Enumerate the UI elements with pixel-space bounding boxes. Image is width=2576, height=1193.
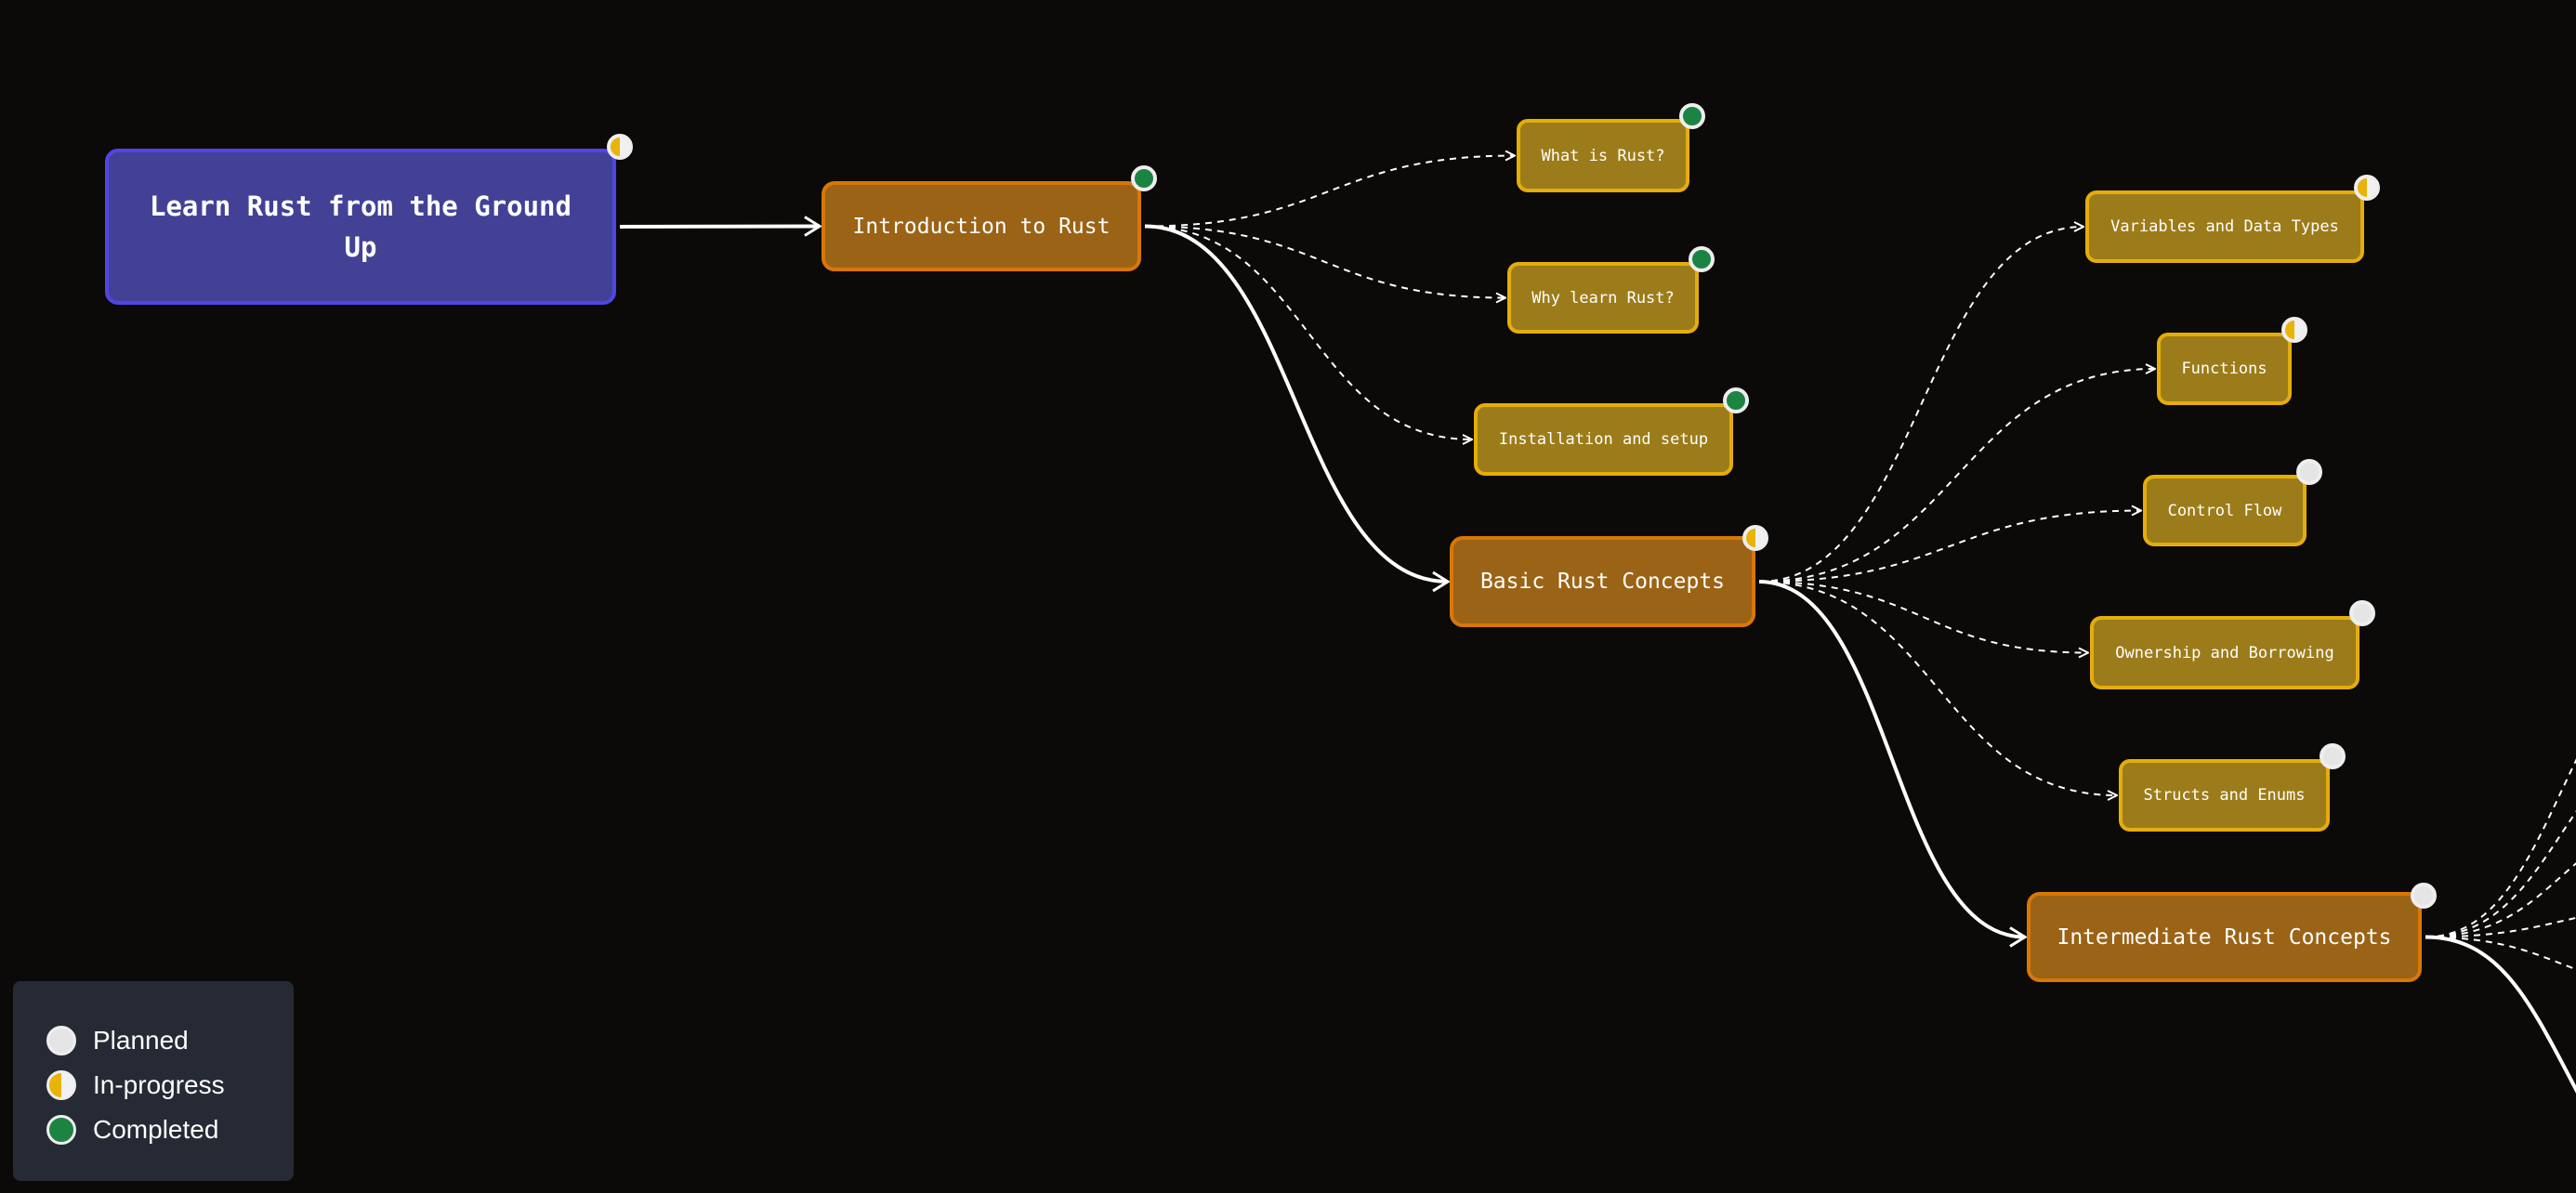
root-node-label: Learn Rust from the Ground Up	[150, 190, 572, 263]
subtopic-node-what-is-rust[interactable]: What is Rust?	[1517, 103, 1705, 192]
edge-basic-to-subtopic	[1758, 227, 2083, 583]
edge-introduction-to-subtopic	[1144, 225, 1472, 440]
subtopic-node-structs-and-enums[interactable]: Structs and Enums	[2119, 743, 2346, 832]
status-planned-icon	[2411, 883, 2437, 909]
edge-root-to-introduction	[619, 227, 820, 228]
status-planned-icon	[2320, 743, 2346, 769]
status-planned-icon	[2296, 459, 2322, 485]
subtopic-node-variables-and-data-types[interactable]: Variables and Data Types	[2085, 175, 2380, 263]
status-completed-icon	[1723, 387, 1749, 413]
subtopic-node-label: Structs and Enums	[2143, 786, 2306, 805]
edge-basic-to-subtopic	[1758, 511, 2141, 583]
status-in-progress-icon	[607, 134, 633, 160]
edge-intermediate-to-offscreen-subtopic	[2425, 936, 2576, 971]
edge-intermediate-to-offscreen-subtopic	[2425, 758, 2576, 938]
root-node[interactable]: Learn Rust from the Ground Up	[105, 134, 633, 305]
edge-introduction-to-basic	[1144, 224, 1448, 583]
status-in-progress-icon	[1742, 525, 1768, 551]
edge-basic-to-subtopic	[1758, 581, 2117, 795]
topic-node-intermediate-concepts[interactable]: Intermediate Rust Concepts	[2027, 883, 2437, 982]
subtopic-node-label: Installation and setup	[1498, 430, 1709, 449]
status-completed-icon	[1689, 246, 1715, 272]
subtopic-node-label: Ownership and Borrowing	[2115, 643, 2334, 662]
edge-basic-to-subtopic	[1758, 581, 2088, 653]
subtopic-node-label: Functions	[2181, 360, 2267, 378]
edge-intermediate-to-offscreen-subtopic	[2425, 862, 2576, 938]
topic-node-label: Intermediate Rust Concepts	[2057, 924, 2392, 950]
topic-node-basic-concepts[interactable]: Basic Rust Concepts	[1450, 525, 1768, 627]
subtopic-node-label: Control Flow	[2167, 501, 2282, 520]
subtopic-node-control-flow[interactable]: Control Flow	[2143, 459, 2322, 546]
edge-intermediate-to-next-topic	[2425, 935, 2576, 1094]
subtopic-node-label: Why learn Rust?	[1531, 288, 1675, 308]
status-in-progress-icon	[2354, 175, 2380, 201]
legend-item-completed: Completed	[46, 1108, 294, 1152]
status-completed-icon	[1131, 165, 1157, 191]
edge-intermediate-to-offscreen-subtopic	[2425, 916, 2576, 938]
subtopic-node-ownership-and-borrowing[interactable]: Ownership and Borrowing	[2090, 600, 2375, 689]
topic-node-label: Basic Rust Concepts	[1479, 570, 1726, 594]
status-completed-icon	[46, 1115, 76, 1145]
status-completed-icon	[1679, 103, 1705, 129]
legend-item-in-progress: In-progress	[46, 1063, 294, 1108]
edge-introduction-to-subtopic	[1144, 225, 1505, 298]
status-in-progress-icon	[2281, 317, 2307, 343]
legend-item-planned: Planned	[46, 1018, 294, 1063]
subtopic-node-why-learn-rust[interactable]: Why learn Rust?	[1507, 246, 1715, 334]
legend-label: In-progress	[93, 1070, 225, 1099]
subtopic-node-functions[interactable]: Functions	[2157, 317, 2307, 405]
subtopic-node-label: Variables and Data Types	[2110, 217, 2339, 236]
topic-node-label: Introduction to Rust	[852, 214, 1111, 239]
status-in-progress-icon	[46, 1070, 76, 1100]
edge-basic-to-intermediate	[1758, 580, 2025, 937]
topic-node-introduction[interactable]: Introduction to Rust	[821, 165, 1157, 271]
subtopic-node-installation-and-setup[interactable]: Installation and setup	[1474, 387, 1749, 476]
edge-introduction-to-subtopic	[1144, 156, 1515, 228]
status-legend: Planned In-progress Completed	[13, 981, 294, 1181]
edge-basic-to-subtopic	[1758, 369, 2155, 583]
edge-intermediate-to-offscreen-subtopic	[2425, 810, 2576, 938]
legend-label: Planned	[93, 1026, 189, 1055]
legend-label: Completed	[93, 1115, 219, 1144]
status-planned-icon	[2349, 600, 2375, 626]
subtopic-node-label: What is Rust?	[1541, 146, 1665, 165]
status-planned-icon	[46, 1026, 76, 1055]
